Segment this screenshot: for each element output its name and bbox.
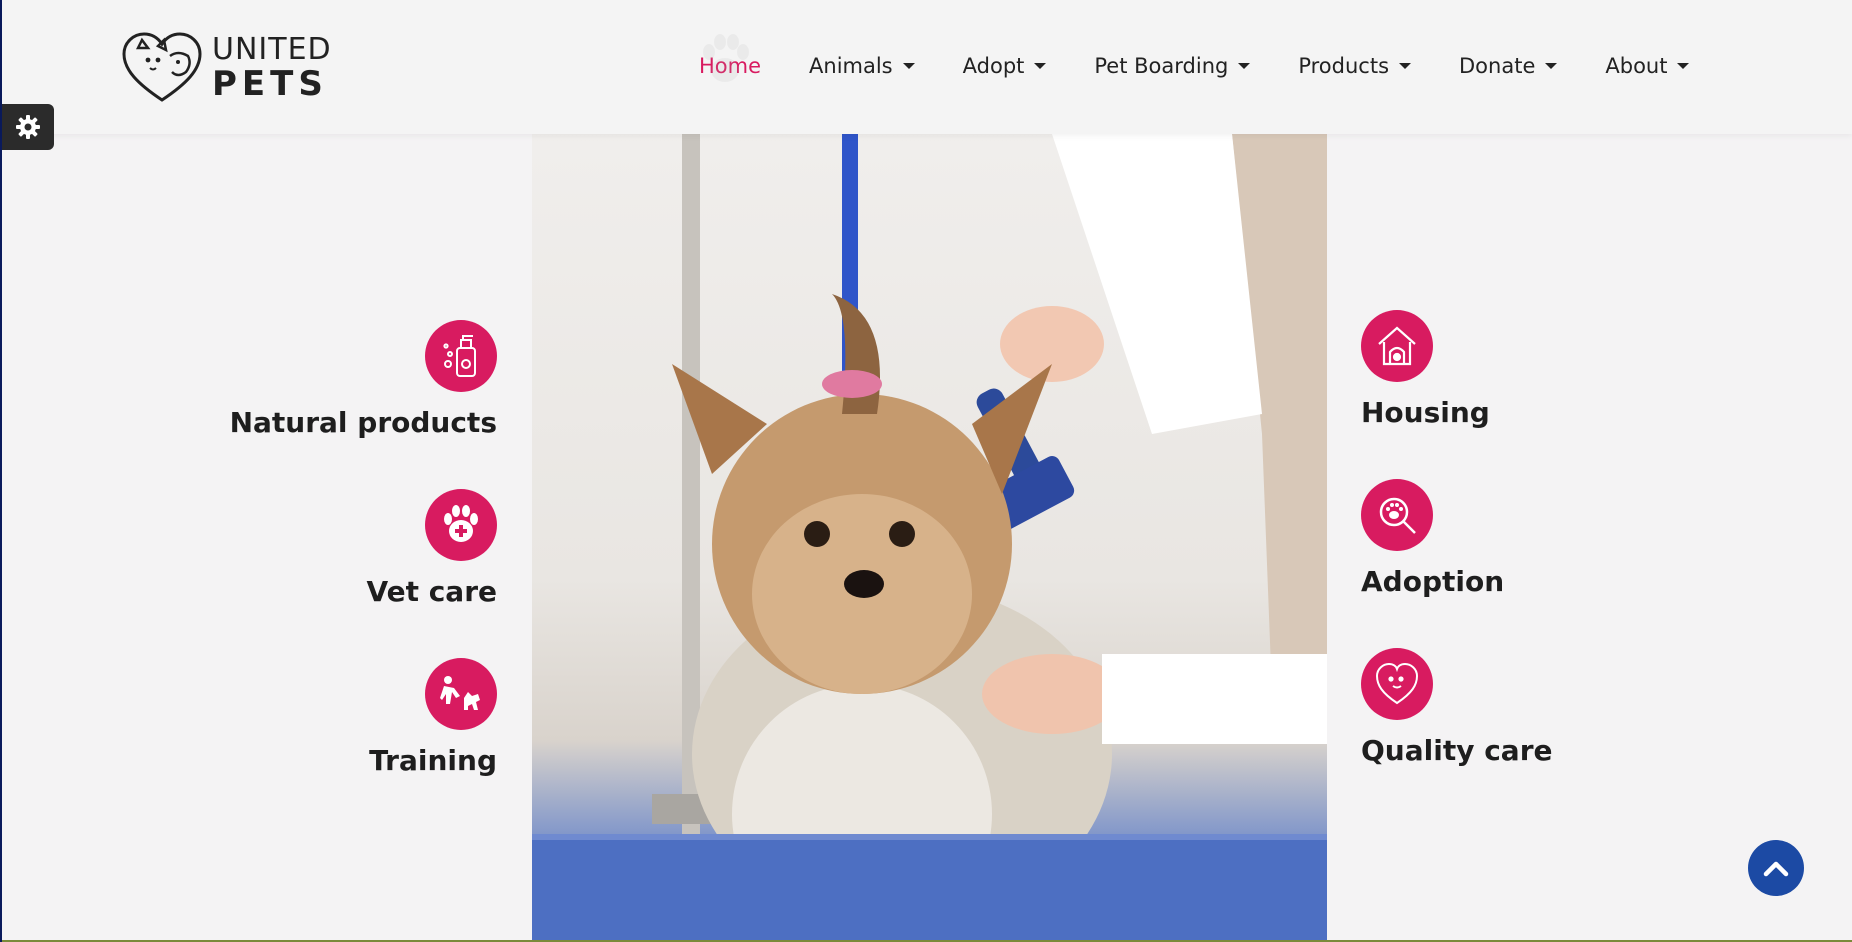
nav-animals[interactable]: Animals bbox=[809, 54, 915, 78]
shampoo-bottle-icon bbox=[425, 320, 497, 392]
gear-icon bbox=[16, 115, 40, 139]
nav-about[interactable]: About bbox=[1605, 54, 1690, 78]
nav-adopt[interactable]: Adopt bbox=[963, 54, 1047, 78]
nav-donate[interactable]: Donate bbox=[1459, 54, 1558, 78]
feature-natural-products-label: Natural products bbox=[229, 406, 497, 439]
caret-down-icon bbox=[1399, 63, 1412, 69]
back-to-top-button[interactable] bbox=[1748, 840, 1804, 896]
chevron-up-icon bbox=[1763, 861, 1789, 877]
brand-line1: UNITED bbox=[212, 32, 332, 67]
nav-adopt-label: Adopt bbox=[962, 54, 1025, 78]
feature-housing-label: Housing bbox=[1361, 396, 1490, 429]
nav-about-label: About bbox=[1605, 54, 1668, 78]
caret-down-icon bbox=[902, 63, 915, 69]
caret-down-icon bbox=[1238, 63, 1251, 69]
cat-dog-heart-logo-icon bbox=[122, 32, 202, 102]
nav-products-label: Products bbox=[1298, 54, 1390, 78]
hero-grooming-image bbox=[532, 134, 1327, 942]
caret-down-icon bbox=[1677, 63, 1690, 69]
pet-house-icon bbox=[1361, 310, 1433, 382]
feature-vet-care-label: Vet care bbox=[366, 575, 497, 608]
feature-natural-products: Natural products bbox=[202, 320, 497, 439]
feature-vet-care: Vet care bbox=[202, 489, 497, 608]
paw-search-icon bbox=[1361, 479, 1433, 551]
feature-adoption-label: Adoption bbox=[1361, 565, 1505, 598]
feature-quality-care: Quality care bbox=[1361, 648, 1553, 767]
caret-down-icon bbox=[1545, 63, 1558, 69]
settings-toggle-button[interactable] bbox=[2, 104, 54, 150]
site-header: UNITED PETS Home Animals Adopt Pet Board… bbox=[2, 0, 1852, 134]
feature-quality-care-label: Quality care bbox=[1361, 734, 1553, 767]
main-nav: Home Animals Adopt Pet Boarding Products… bbox=[699, 34, 1737, 82]
nav-pet-boarding-label: Pet Boarding bbox=[1094, 54, 1229, 78]
caret-down-icon bbox=[1034, 63, 1047, 69]
feature-training: Training bbox=[202, 658, 497, 777]
nav-products[interactable]: Products bbox=[1298, 54, 1412, 78]
paw-decoration-icon bbox=[703, 34, 749, 82]
dog-training-icon bbox=[425, 658, 497, 730]
pet-heart-icon bbox=[1361, 648, 1433, 720]
nav-donate-label: Donate bbox=[1459, 54, 1536, 78]
brand-line2: PETS bbox=[212, 64, 328, 104]
nav-home[interactable]: Home bbox=[699, 34, 761, 82]
feature-training-label: Training bbox=[369, 744, 497, 777]
paw-medical-icon bbox=[425, 489, 497, 561]
feature-adoption: Adoption bbox=[1361, 479, 1504, 598]
feature-housing: Housing bbox=[1361, 310, 1490, 429]
nav-pet-boarding[interactable]: Pet Boarding bbox=[1094, 54, 1251, 78]
brand-logo[interactable]: UNITED PETS bbox=[118, 28, 338, 108]
dog-grooming-illustration bbox=[532, 134, 1327, 942]
nav-animals-label: Animals bbox=[809, 54, 893, 78]
